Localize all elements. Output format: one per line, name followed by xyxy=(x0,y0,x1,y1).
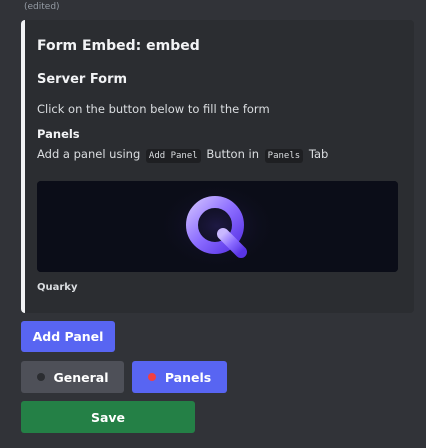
embed-image[interactable] xyxy=(37,181,398,272)
panels-label: Panels xyxy=(164,369,212,385)
general-label: General xyxy=(53,369,109,385)
dark-circle-icon xyxy=(36,373,45,381)
field-value-suffix: Tab xyxy=(308,147,329,161)
inline-code-add-panel: Add Panel xyxy=(145,149,201,163)
embed-title: Form Embed: embed xyxy=(37,38,200,54)
embed-footer: Quarky xyxy=(37,282,78,293)
red-circle-icon xyxy=(147,373,156,381)
discord-message: (edited) Form Embed: embed Server Form C… xyxy=(0,0,426,448)
inline-code-panels: Panels xyxy=(264,149,304,163)
form-embed: Form Embed: embed Server Form Click on t… xyxy=(21,20,414,313)
general-button[interactable]: General xyxy=(21,361,124,393)
embed-description: Click on the button below to fill the fo… xyxy=(37,102,270,116)
embed-field-value: Add a panel using Add Panel Button in Pa… xyxy=(37,147,329,163)
field-value-middle: Button in xyxy=(206,147,260,161)
save-label: Save xyxy=(90,409,126,425)
field-value-prefix: Add a panel using xyxy=(37,147,141,161)
embed-field-name: Panels xyxy=(37,127,80,141)
add-panel-label: Add Panel xyxy=(32,329,104,344)
quarky-logo-icon xyxy=(37,181,398,272)
save-button[interactable]: Save xyxy=(21,401,195,433)
edited-label: (edited) xyxy=(24,2,60,12)
embed-subtitle: Server Form xyxy=(37,72,128,87)
panels-button[interactable]: Panels xyxy=(132,361,227,393)
add-panel-button[interactable]: Add Panel xyxy=(21,321,115,352)
